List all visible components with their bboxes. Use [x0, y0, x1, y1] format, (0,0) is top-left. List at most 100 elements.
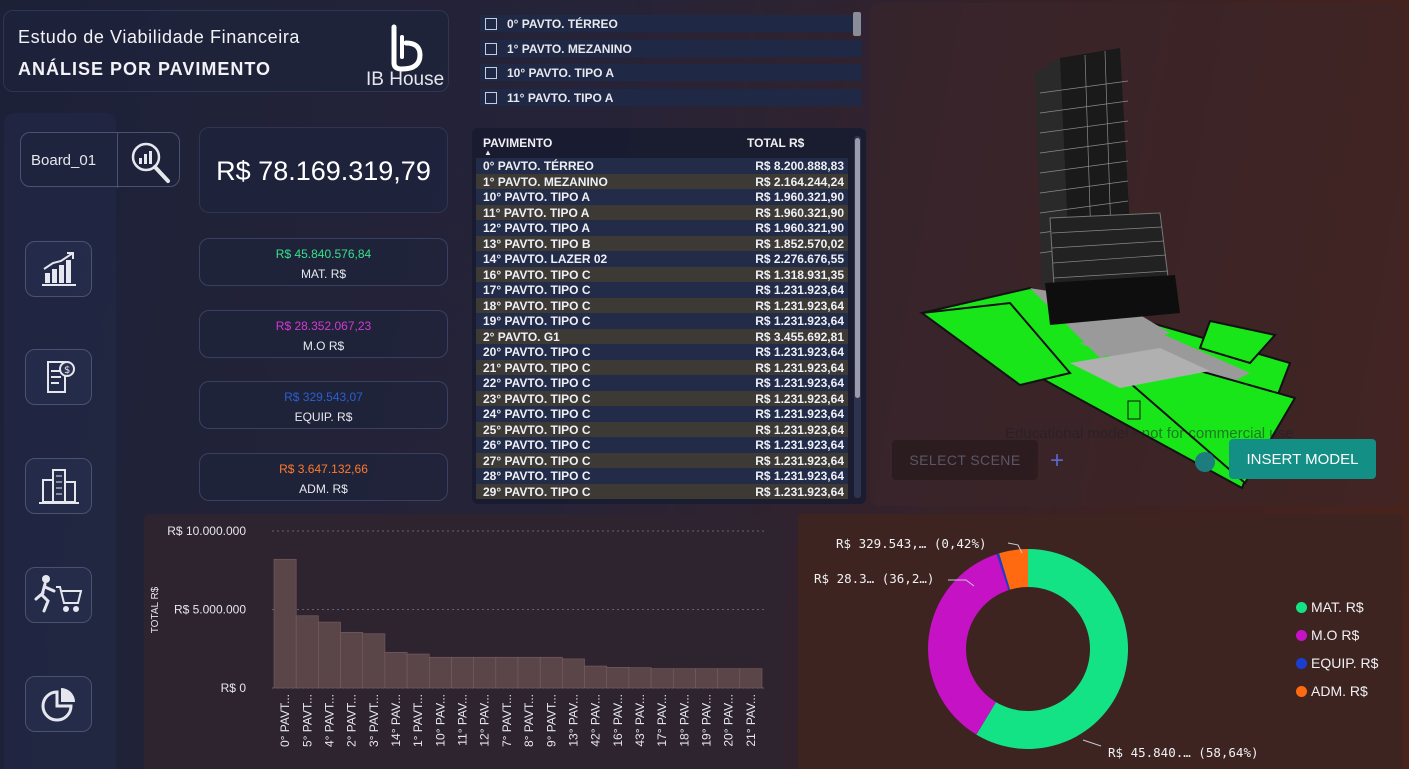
cell-total: R$ 1.960.321,90	[755, 221, 844, 235]
cell-pavimento: 10° PAVTO. TIPO A	[483, 190, 591, 204]
checkbox[interactable]	[485, 66, 497, 79]
table-row[interactable]: 25° PAVTO. TIPO C R$ 1.231.923,64	[476, 421, 848, 437]
table-row[interactable]: 21° PAVTO. TIPO C R$ 1.231.923,64	[476, 359, 848, 375]
bar[interactable]	[340, 631, 364, 689]
cell-pavimento: 24° PAVTO. TIPO C	[483, 407, 591, 421]
table-row[interactable]: 12° PAVTO. TIPO A R$ 1.960.321,90	[476, 220, 848, 236]
table-row[interactable]: 18° PAVTO. TIPO C R$ 1.231.923,64	[476, 297, 848, 313]
table-row[interactable]: 28° PAVTO. TIPO C R$ 1.231.923,64	[476, 468, 848, 484]
bar[interactable]	[672, 668, 696, 689]
bar[interactable]	[539, 656, 563, 689]
table-row[interactable]: 22° PAVTO. TIPO C R$ 1.231.923,64	[476, 375, 848, 391]
select-scene-button[interactable]: SELECT SCENE	[892, 440, 1038, 480]
ib-house-logo-icon	[391, 24, 423, 72]
x-tick-label: 7° PAVT...	[500, 694, 514, 747]
info-icon[interactable]	[1195, 452, 1215, 472]
checkbox[interactable]	[485, 42, 497, 55]
checkbox[interactable]	[485, 17, 497, 30]
bar[interactable]	[495, 656, 519, 689]
table-row[interactable]: 23° PAVTO. TIPO C R$ 1.231.923,64	[476, 390, 848, 406]
bar[interactable]	[606, 666, 630, 689]
checkbox[interactable]	[485, 91, 497, 104]
table-row[interactable]: 27° PAVTO. TIPO C R$ 1.231.923,64	[476, 452, 848, 468]
legend-dot	[1296, 601, 1307, 613]
bar[interactable]	[406, 653, 430, 689]
bar[interactable]	[628, 667, 652, 689]
legend-item-adm[interactable]: ADM. R$	[1296, 683, 1368, 699]
bar[interactable]	[717, 668, 741, 689]
table-row[interactable]: 10° PAVTO. TIPO A R$ 1.960.321,90	[476, 189, 848, 205]
table-row[interactable]: 2° PAVTO. G1 R$ 3.455.692,81	[476, 328, 848, 344]
bar[interactable]	[695, 668, 718, 689]
insert-model-button[interactable]: INSERT MODEL	[1229, 439, 1376, 479]
x-tick-label: 8° PAVT...	[522, 694, 536, 747]
table-row[interactable]: 29° PAVTO. TIPO C R$ 1.231.923,64	[476, 483, 848, 499]
table-row[interactable]: 26° PAVTO. TIPO C R$ 1.231.923,64	[476, 437, 848, 453]
sidebar-item-growth[interactable]	[25, 241, 92, 297]
plus-icon[interactable]: +	[1050, 447, 1064, 475]
table-row[interactable]: 20° PAVTO. TIPO C R$ 1.231.923,64	[476, 344, 848, 360]
total-value: R$ 78.169.319,79	[216, 156, 431, 186]
search-chart-icon[interactable]	[126, 139, 174, 185]
board-selector[interactable]: Board_01	[20, 132, 180, 188]
table-scrollbar-thumb[interactable]	[855, 138, 860, 398]
x-tick-label: 42° PAV...	[589, 694, 603, 747]
table-row[interactable]: 13° PAVTO. TIPO B R$ 1.852.570,02	[476, 235, 848, 251]
legend-item-mo[interactable]: M.O R$	[1296, 627, 1359, 643]
table-row[interactable]: 0° PAVTO. TÉRREO R$ 8.200.888,83	[476, 158, 848, 174]
sidebar-item-purchasing[interactable]	[25, 567, 92, 623]
model-viewer[interactable]: Educational model - not for commercial u…	[870, 3, 1403, 506]
bar[interactable]	[739, 668, 763, 689]
table-row[interactable]: 14° PAVTO. LAZER 02 R$ 2.276.676,55	[476, 251, 848, 267]
sidebar-item-invoice[interactable]: $	[25, 349, 92, 405]
legend-label: ADM. R$	[1311, 683, 1368, 699]
cell-total: R$ 1.231.923,64	[755, 469, 844, 483]
bar[interactable]	[473, 656, 497, 689]
bar[interactable]	[428, 656, 452, 689]
bar[interactable]	[273, 558, 297, 689]
bar[interactable]	[362, 633, 386, 689]
bar[interactable]	[451, 656, 474, 689]
cell-total: R$ 1.318.931,35	[755, 267, 844, 282]
column-header-pavimento[interactable]: PAVIMENTO	[483, 136, 552, 150]
bar[interactable]	[318, 621, 341, 689]
kpi-label: EQUIP. R$	[294, 410, 353, 424]
table-row[interactable]: 17° PAVTO. TIPO C R$ 1.231.923,64	[476, 282, 848, 298]
slicer-item[interactable]: 1° PAVTO. MEZANINO	[480, 40, 862, 57]
cell-pavimento: 27° PAVTO. TIPO C	[483, 453, 591, 468]
cell-total: R$ 1.231.923,64	[755, 407, 844, 421]
column-header-total[interactable]: TOTAL R$	[747, 136, 804, 150]
bar[interactable]	[562, 658, 585, 689]
slicer-scrollbar[interactable]	[853, 12, 861, 36]
x-tick-label: 10° PAV...	[433, 694, 447, 747]
kpi-card-mo: R$ 28.352.067,23 M.O R$	[199, 310, 448, 358]
x-tick-label: 21° PAV...	[744, 694, 758, 747]
bar[interactable]	[384, 651, 408, 689]
x-tick-label: 5° PAVT...	[300, 694, 314, 747]
donut-label-mat: R$ 45.840.… (58,64%)	[1108, 745, 1259, 760]
bar[interactable]	[517, 656, 541, 689]
bar[interactable]	[650, 668, 674, 689]
slicer-item[interactable]: 11° PAVTO. TIPO A	[480, 89, 862, 106]
donut-label-mo: R$ 28.3… (36,2…)	[814, 571, 935, 586]
legend-item-equip[interactable]: EQUIP. R$	[1296, 655, 1378, 671]
bar[interactable]	[584, 665, 608, 689]
floor-cost-table: PAVIMENTO ▲ TOTAL R$ 0° PAVTO. TÉRREO R$ …	[472, 128, 866, 504]
table-row[interactable]: 19° PAVTO. TIPO C R$ 1.231.923,64	[476, 313, 848, 329]
cell-pavimento: 18° PAVTO. TIPO C	[483, 298, 591, 313]
slicer-item[interactable]: 0° PAVTO. TÉRREO	[480, 15, 862, 32]
cell-pavimento: 23° PAVTO. TIPO C	[483, 391, 591, 406]
y-axis-label: TOTAL R$	[150, 586, 161, 633]
sidebar-item-buildings[interactable]	[25, 458, 92, 514]
sidebar-item-summary[interactable]	[25, 676, 92, 732]
table-row[interactable]: 1° PAVTO. MEZANINO R$ 2.164.244,24	[476, 173, 848, 189]
table-row[interactable]: 24° PAVTO. TIPO C R$ 1.231.923,64	[476, 406, 848, 422]
cell-total: R$ 1.231.923,64	[755, 422, 844, 437]
legend-item-mat[interactable]: MAT. R$	[1296, 599, 1364, 615]
kpi-value: R$ 28.352.067,23	[275, 319, 372, 333]
x-tick-label: 9° PAVT...	[544, 694, 558, 747]
table-row[interactable]: 11° PAVTO. TIPO A R$ 1.960.321,90	[476, 204, 848, 220]
slicer-item[interactable]: 10° PAVTO. TIPO A	[480, 64, 862, 81]
table-row[interactable]: 16° PAVTO. TIPO C R$ 1.318.931,35	[476, 266, 848, 282]
bar[interactable]	[295, 615, 319, 689]
